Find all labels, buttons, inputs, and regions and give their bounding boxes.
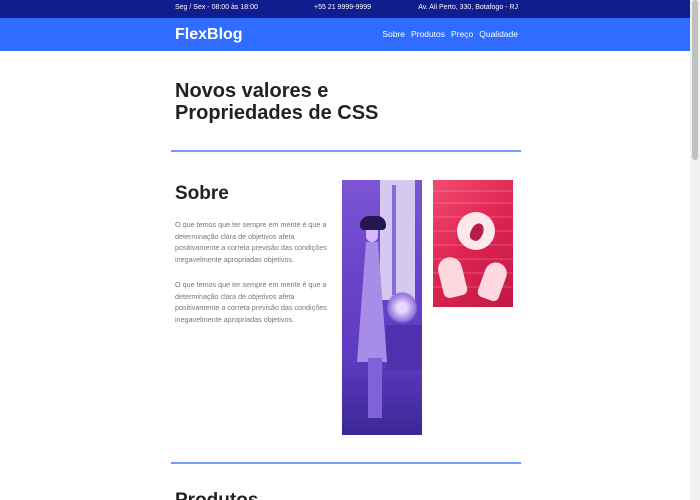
counter-shape: [386, 325, 422, 370]
woman-window-photo: [342, 180, 422, 435]
address: Av. Ali Perto, 330, Botafogo - RJ: [418, 4, 518, 11]
nav-link-preco[interactable]: Preço: [451, 29, 473, 39]
about-paragraph: O que temos que ter sempre em mente é qu…: [175, 220, 327, 264]
window-frame: [392, 185, 396, 295]
left-hand-shape: [435, 254, 469, 300]
table-line: [433, 202, 513, 204]
window-shape: [380, 180, 415, 300]
right-hand-shape: [476, 259, 510, 303]
nav-link-sobre[interactable]: Sobre: [382, 29, 405, 39]
person-legs: [368, 358, 382, 418]
top-info-bar: Seg / Sex - 08:00 às 18:00 +55 21 9999-9…: [0, 0, 690, 18]
phone-number: +55 21 9999-9999: [314, 4, 372, 11]
products-title: Produtos: [175, 490, 258, 500]
nav-link-qualidade[interactable]: Qualidade: [479, 29, 518, 39]
table-line: [433, 190, 513, 192]
scrollbar-thumb[interactable]: [692, 0, 698, 160]
section-divider: [171, 462, 521, 464]
nav-link-produtos[interactable]: Produtos: [411, 29, 445, 39]
about-title: Sobre: [175, 183, 229, 204]
opening-hours: Seg / Sex - 08:00 às 18:00: [175, 4, 258, 11]
site-logo[interactable]: FlexBlog: [175, 26, 243, 44]
main-menu: Sobre Produtos Preço Qualidade: [382, 29, 518, 39]
section-divider: [171, 150, 521, 152]
hands-plate-photo: [433, 180, 513, 307]
hero-title: Novos valores e Propriedades de CSS: [175, 80, 379, 124]
page-scrollbar[interactable]: [690, 0, 700, 500]
flowers-shape: [387, 290, 417, 325]
hat-shape: [360, 216, 386, 230]
about-paragraph: O que temos que ter sempre em mente é qu…: [175, 280, 327, 324]
main-navbar: FlexBlog Sobre Produtos Preço Qualidade: [0, 18, 690, 51]
